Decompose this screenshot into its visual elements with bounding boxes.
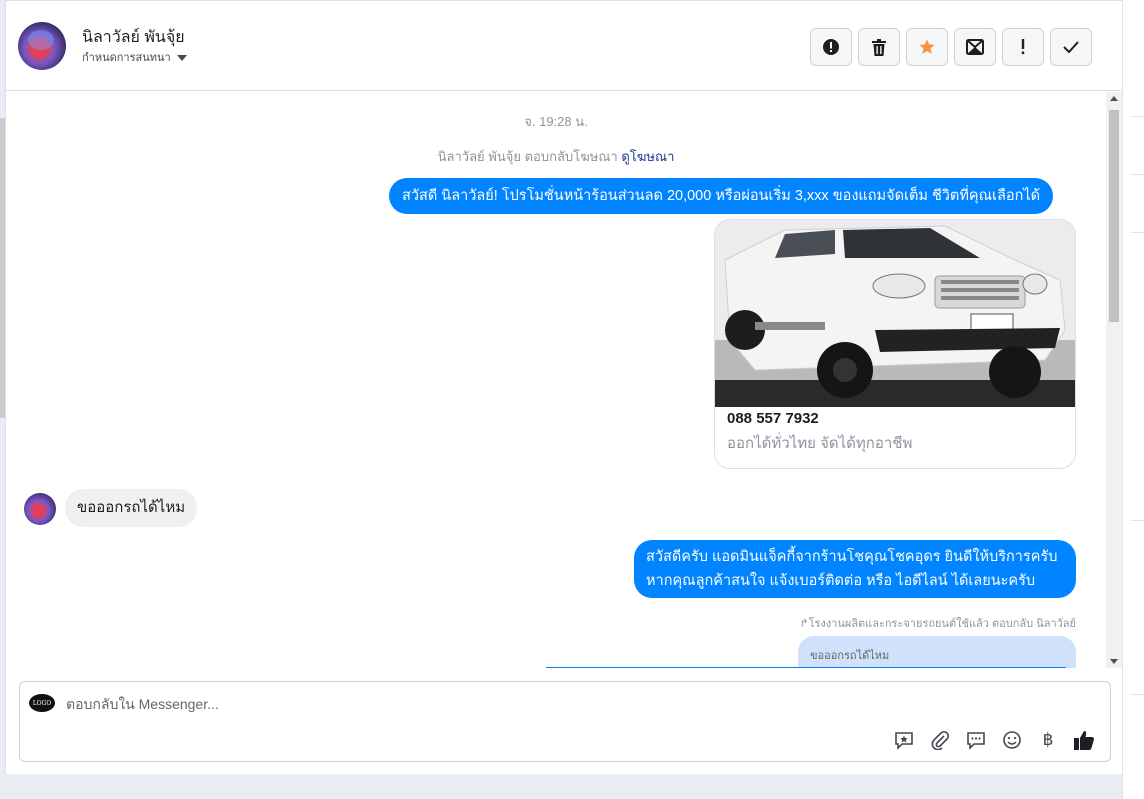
star-button[interactable] <box>906 28 948 66</box>
ad-card-title: 088 557 7932 <box>727 410 819 427</box>
message-input[interactable] <box>66 693 766 715</box>
reply-arrow-icon: ↱ <box>799 618 809 630</box>
incoming-message-bubble: ขอออกรถได้ไหม <box>65 489 198 527</box>
composer-tools: ฿ <box>892 728 1096 752</box>
reply-meta-text: โรงงานผลิตและกระจายรถยนต์ใช้แล้ว ตอบกลับ… <box>808 618 1076 630</box>
scroll-up-icon[interactable] <box>1110 96 1118 101</box>
emoji-button[interactable] <box>1000 728 1024 752</box>
quoted-message: ขอออกรถได้ไหม <box>798 636 1076 668</box>
message-composer: LOGO ฿ <box>19 681 1111 762</box>
mark-unread-button[interactable] <box>954 28 996 66</box>
conversation-header: นิลาวัลย์ พันจุ้ย กำหนดการสนทนา <box>6 1 1123 91</box>
thread-scrollbar[interactable] <box>1106 92 1122 668</box>
attachment-icon <box>931 730 950 750</box>
baht-icon: ฿ <box>1042 730 1054 750</box>
payment-button[interactable]: ฿ <box>1036 728 1060 752</box>
contact-avatar-small[interactable] <box>24 493 56 525</box>
ad-reply-note: นิลาวัลย์ พันจุ้ย ตอบกลับโฆษณา ดูโฆษณา <box>6 146 1106 167</box>
check-icon <box>1063 41 1079 53</box>
mark-done-button[interactable] <box>1050 28 1092 66</box>
car-image <box>715 220 1075 407</box>
ad-message-bubble: สวัสดี นิลาวัลย์! โปรโมชั่นหน้าร้อนส่วนล… <box>389 178 1054 214</box>
scroll-down-icon[interactable] <box>1110 659 1118 664</box>
message-template-button[interactable] <box>964 728 988 752</box>
saved-reply-button[interactable] <box>892 728 916 752</box>
mark-unread-icon <box>966 39 984 55</box>
saved-reply-icon <box>895 732 913 750</box>
ad-card[interactable]: 088 557 7932 ออกได้ทั่วไทย จัดได้ทุกอาชี… <box>714 219 1076 469</box>
view-ad-link[interactable]: ดูโฆษณา <box>621 149 674 164</box>
trash-icon <box>872 38 886 56</box>
conversation-label-dropdown[interactable]: กำหนดการสนทนา <box>82 48 187 66</box>
ad-reply-note-text: นิลาวัลย์ พันจุ้ย ตอบกลับโฆษณา <box>437 149 618 164</box>
thumbs-up-icon <box>1074 731 1094 750</box>
reply-meta: ↱โรงงานผลิตและกระจายรถยนต์ใช้แล้ว ตอบกลั… <box>799 614 1076 632</box>
message-timestamp: จ. 19:28 น. <box>524 114 588 129</box>
star-icon <box>919 39 935 54</box>
page-logo: LOGO <box>29 694 55 712</box>
conversation-label-text: กำหนดการสนทนา <box>82 52 171 64</box>
ad-car-image <box>715 220 1075 407</box>
conversation-panel: นิลาวัลย์ พันจุ้ย กำหนดการสนทนา จ. 19:28… <box>5 0 1123 774</box>
mark-spam-button[interactable] <box>810 28 852 66</box>
mark-important-button[interactable] <box>1002 28 1044 66</box>
page-logo-text: LOGO <box>32 699 52 707</box>
ad-card-subtitle: ออกได้ทั่วไทย จัดได้ทุกอาชีพ <box>727 435 913 452</box>
delete-button[interactable] <box>858 28 900 66</box>
message-icon <box>967 732 985 750</box>
caret-down-icon <box>176 54 187 61</box>
message-thread[interactable]: จ. 19:28 น. นิลาวัลย์ พันจุ้ย ตอบกลับโฆษ… <box>6 92 1123 668</box>
exclamation-icon <box>1021 39 1025 55</box>
reply-message-bubble: สวัสดีครับ แอดมินแจ็คกี้จากร้านโชคุณโชคอ… <box>634 540 1076 598</box>
attach-file-button[interactable] <box>928 728 952 752</box>
right-sidebar-strip <box>1122 0 1144 799</box>
spam-icon <box>823 39 839 55</box>
contact-avatar[interactable] <box>18 22 66 70</box>
scrollbar-thumb[interactable] <box>1109 110 1119 322</box>
contact-name[interactable]: นิลาวัลย์ พันจุ้ย <box>82 25 185 50</box>
outgoing-bubble-edge <box>546 667 1066 668</box>
header-actions <box>810 28 1092 66</box>
like-button[interactable] <box>1072 728 1096 752</box>
page: นิลาวัลย์ พันจุ้ย กำหนดการสนทนา จ. 19:28… <box>0 0 1144 799</box>
reply-line-1: สวัสดีครับ แอดมินแจ็คกี้จากร้านโชคุณโชคอ… <box>646 549 1058 565</box>
reply-line-2: หากคุณลูกค้าสนใจ แจ้งเบอร์ติดต่อ หรือ ไอ… <box>646 573 1036 589</box>
emoji-icon <box>1003 731 1021 749</box>
